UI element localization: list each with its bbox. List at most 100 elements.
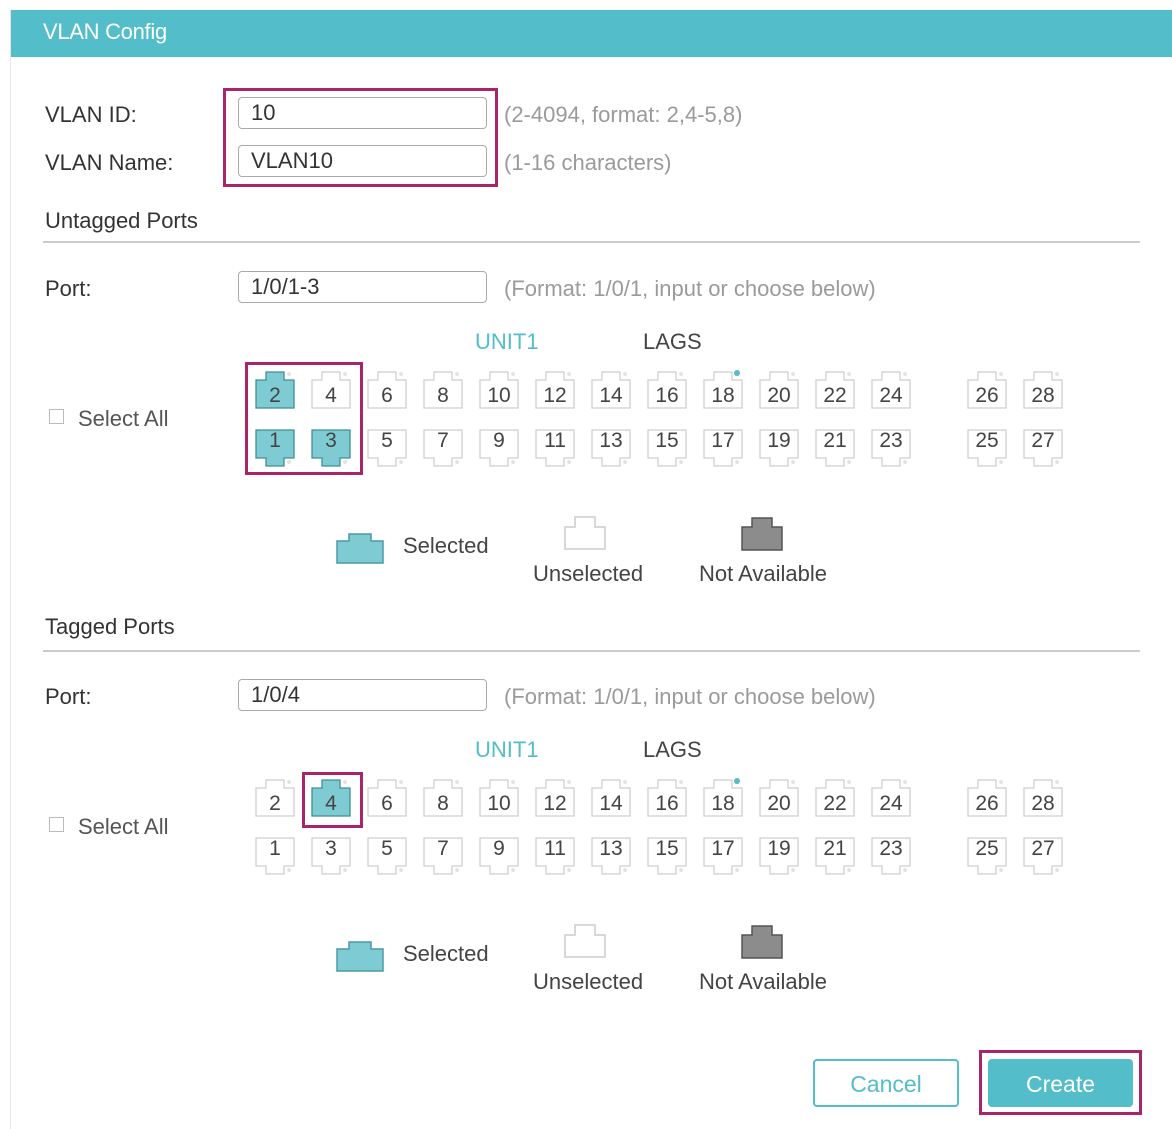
untagged-port-6[interactable]: 6 [367,370,407,410]
tagged-port-input[interactable]: 1/0/4 [238,679,487,711]
untagged-select-all[interactable]: Select All [49,406,169,432]
untagged-port-12[interactable]: 12 [535,370,575,410]
port-number: 22 [823,384,847,407]
tagged-lags-label: LAGS [643,737,702,762]
tagged-port-hint: (Format: 1/0/1, input or choose below) [504,684,876,709]
untagged-ports-highlight [245,362,363,475]
tagged-select-all[interactable]: Select All [49,814,169,840]
untagged-port-18[interactable]: 18 [703,370,743,410]
untagged-select-all-checkbox[interactable] [49,409,64,424]
port-number: 16 [655,384,679,407]
legend-selected-text: Selected [403,941,489,966]
tagged-port-1[interactable]: 1 [255,836,295,876]
legend-unselected-icon [564,516,606,550]
legend-unselected-text: Unselected [533,561,644,586]
tagged-port-16[interactable]: 16 [647,778,687,818]
tagged-port-22[interactable]: 22 [815,778,855,818]
port-number: 7 [437,429,449,452]
untagged-unit-label: UNIT1 [475,329,539,354]
tagged-port-21[interactable]: 21 [815,836,855,876]
tagged-port-7[interactable]: 7 [423,836,463,876]
untagged-port-17[interactable]: 17 [703,428,743,468]
untagged-select-all-label: Select All [78,406,169,431]
tagged-port-28[interactable]: 28 [1023,778,1063,818]
tagged-port-3[interactable]: 3 [311,836,351,876]
port-number: 21 [823,429,847,452]
untagged-port-16[interactable]: 16 [647,370,687,410]
tagged-port-2[interactable]: 2 [255,778,295,818]
untagged-port-5[interactable]: 5 [367,428,407,468]
port-number: 27 [1031,837,1055,860]
port-number: 25 [975,429,999,452]
untagged-port-22[interactable]: 22 [815,370,855,410]
port-number: 5 [381,837,393,860]
untagged-port-21[interactable]: 21 [815,428,855,468]
untagged-port-15[interactable]: 15 [647,428,687,468]
untagged-port-9[interactable]: 9 [479,428,519,468]
port-number: 9 [493,837,505,860]
port-number: 9 [493,429,505,452]
port-number: 14 [599,792,623,815]
tagged-port-6[interactable]: 6 [367,778,407,818]
tagged-section-title: Tagged Ports [45,614,175,639]
untagged-port-28[interactable]: 28 [1023,370,1063,410]
tagged-unit-label: UNIT1 [475,737,539,762]
tagged-port-19[interactable]: 19 [759,836,799,876]
port-number: 19 [767,429,791,452]
untagged-port-10[interactable]: 10 [479,370,519,410]
tagged-port-18[interactable]: 18 [703,778,743,818]
tagged-ports-highlight [302,772,363,828]
tagged-port-label: Port: [45,684,92,709]
legend-selected-icon [336,941,384,972]
tagged-port-23[interactable]: 23 [871,836,911,876]
tagged-port-9[interactable]: 9 [479,836,519,876]
untagged-port-label: Port: [45,276,92,301]
untagged-port-input[interactable]: 1/0/1-3 [238,271,487,303]
tagged-port-26[interactable]: 26 [967,778,1007,818]
tagged-port-27[interactable]: 27 [1023,836,1063,876]
untagged-section-title: Untagged Ports [45,208,198,233]
cancel-button[interactable]: Cancel [813,1059,959,1107]
port-number: 10 [487,384,511,407]
port-number: 15 [655,837,679,860]
tagged-port-14[interactable]: 14 [591,778,631,818]
tagged-port-12[interactable]: 12 [535,778,575,818]
port-number: 18 [711,384,735,407]
untagged-port-24[interactable]: 24 [871,370,911,410]
untagged-port-23[interactable]: 23 [871,428,911,468]
port-number: 11 [544,837,566,860]
port-number: 3 [325,837,337,860]
untagged-port-19[interactable]: 19 [759,428,799,468]
tagged-port-25[interactable]: 25 [967,836,1007,876]
untagged-port-27[interactable]: 27 [1023,428,1063,468]
port-number: 2 [269,792,281,815]
port-number: 11 [544,429,566,452]
tagged-port-8[interactable]: 8 [423,778,463,818]
port-number: 10 [487,792,511,815]
legend-not-available-text: Not Available [699,561,828,586]
tagged-port-24[interactable]: 24 [871,778,911,818]
tagged-port-13[interactable]: 13 [591,836,631,876]
tagged-port-10[interactable]: 10 [479,778,519,818]
port-number: 14 [599,384,623,407]
untagged-port-11[interactable]: 11 [535,428,575,468]
tagged-port-11[interactable]: 11 [535,836,575,876]
tagged-select-all-label: Select All [78,814,169,839]
untagged-port-14[interactable]: 14 [591,370,631,410]
untagged-port-25[interactable]: 25 [967,428,1007,468]
untagged-port-13[interactable]: 13 [591,428,631,468]
untagged-port-7[interactable]: 7 [423,428,463,468]
tagged-port-15[interactable]: 15 [647,836,687,876]
tagged-port-20[interactable]: 20 [759,778,799,818]
port-number: 12 [543,384,567,407]
tagged-select-all-checkbox[interactable] [49,817,64,832]
port-number: 1 [269,837,281,860]
port-number: 17 [711,837,735,860]
untagged-port-8[interactable]: 8 [423,370,463,410]
port-number: 17 [711,429,735,452]
untagged-port-26[interactable]: 26 [967,370,1007,410]
tagged-port-5[interactable]: 5 [367,836,407,876]
create-button-highlight [979,1050,1142,1115]
tagged-port-17[interactable]: 17 [703,836,743,876]
untagged-port-20[interactable]: 20 [759,370,799,410]
